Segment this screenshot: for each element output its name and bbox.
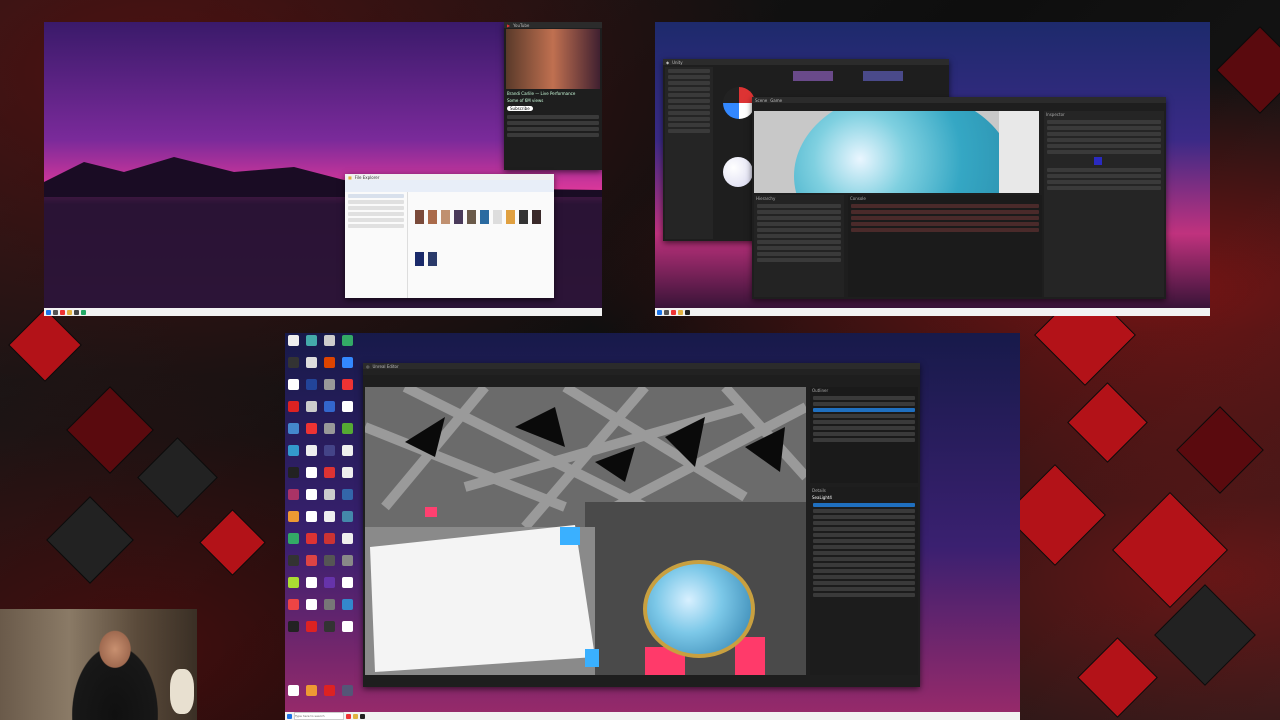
material-preview-sphere[interactable] [723, 87, 755, 119]
console-panel[interactable]: Console [848, 195, 1042, 297]
app-icon[interactable] [81, 309, 86, 315]
monitor-left: ▶ YouTube Brandi Carlile — Live Performa… [44, 22, 602, 316]
unreal-editor-window[interactable]: ◎ Unreal Editor Outliner Details SeaLigh… [363, 363, 920, 687]
search-icon[interactable] [53, 309, 58, 315]
presenter-figure [55, 619, 175, 720]
unreal-title: Unreal Editor [372, 363, 399, 369]
taskbar-center: Type here to search [285, 712, 1020, 720]
start-icon[interactable] [657, 309, 662, 315]
selected-actor-name[interactable]: SeaLight4 [810, 494, 918, 501]
browser-window[interactable]: ▶ YouTube Brandi Carlile — Live Performa… [504, 22, 602, 170]
explorer-sidebar[interactable] [345, 192, 408, 298]
chrome-icon[interactable] [346, 713, 351, 719]
subscribe-button[interactable]: Subscribe [507, 106, 533, 111]
chrome-icon[interactable] [60, 309, 65, 315]
webcam-overlay [0, 609, 197, 720]
app-icon[interactable] [74, 309, 79, 315]
unity-icon: ◆ [666, 59, 670, 65]
level-viewport[interactable] [365, 387, 806, 675]
details-label: Details [812, 488, 826, 493]
folder-icon[interactable] [353, 713, 358, 719]
inspector-label: Inspector [1046, 112, 1065, 117]
folder-icon[interactable] [678, 309, 683, 315]
monitor-center: ◎ Unreal Editor Outliner Details SeaLigh… [285, 333, 1020, 720]
desktop-icons[interactable] [288, 335, 368, 705]
unity-titlebar[interactable]: ◆ Unity [663, 59, 949, 65]
inspector-panel[interactable]: Inspector [1044, 111, 1164, 297]
taskbar-search-box[interactable]: Type here to search [294, 712, 344, 720]
unity-editor-window-front[interactable]: Scene Game Inspector Hierarchy Console [752, 97, 1166, 299]
unity-title: Unity [672, 59, 683, 65]
taskbar-right [655, 308, 1210, 316]
site-name: YouTube [513, 22, 530, 28]
unreal-icon: ◎ [366, 363, 370, 369]
hierarchy-label: Hierarchy [756, 196, 776, 201]
browser-titlebar[interactable]: ▶ YouTube [504, 22, 602, 28]
explorer-thumbnails[interactable] [415, 210, 550, 290]
explorer-window[interactable]: ■ File Explorer [345, 174, 554, 298]
console-label: Console [850, 196, 866, 201]
skylight-sphere[interactable] [643, 560, 755, 658]
globe-object[interactable] [794, 111, 1014, 193]
video-title[interactable]: Brandi Carlile — Live Performance [504, 90, 602, 97]
project-tree[interactable] [665, 67, 713, 239]
monitor-right: ◆ Unity Scene Game Inspector Hierarchy C… [655, 22, 1210, 316]
outliner-label: Outliner [812, 388, 829, 393]
youtube-icon: ▶ [507, 22, 511, 28]
guitar-shape [170, 669, 194, 714]
unreal-icon[interactable] [360, 713, 365, 719]
unity-icon[interactable] [685, 309, 690, 315]
hierarchy-panel[interactable]: Hierarchy [754, 195, 844, 297]
tab-game[interactable]: Game [770, 98, 782, 103]
start-icon[interactable] [287, 713, 292, 719]
explorer-title: File Explorer [354, 174, 380, 180]
outliner-panel[interactable]: Outliner [810, 387, 918, 483]
material-preview-sphere[interactable] [723, 157, 753, 187]
start-icon[interactable] [46, 309, 51, 315]
taskbar-left [44, 308, 602, 316]
folder-icon[interactable] [67, 309, 72, 315]
video-player[interactable] [506, 29, 600, 89]
chrome-icon[interactable] [671, 309, 676, 315]
search-icon[interactable] [664, 309, 669, 315]
tab-scene[interactable]: Scene [755, 98, 767, 103]
unreal-toolbar[interactable] [363, 369, 920, 375]
scene-viewport[interactable] [754, 111, 1039, 193]
channel-line: Some of 6M views [507, 98, 544, 103]
outliner-selected-row[interactable] [813, 408, 915, 412]
details-panel[interactable]: Details SeaLight4 [810, 487, 918, 675]
folder-icon: ■ [348, 174, 352, 180]
explorer-ribbon[interactable] [345, 180, 554, 192]
unity-toolbar[interactable]: Scene Game [752, 97, 1166, 103]
